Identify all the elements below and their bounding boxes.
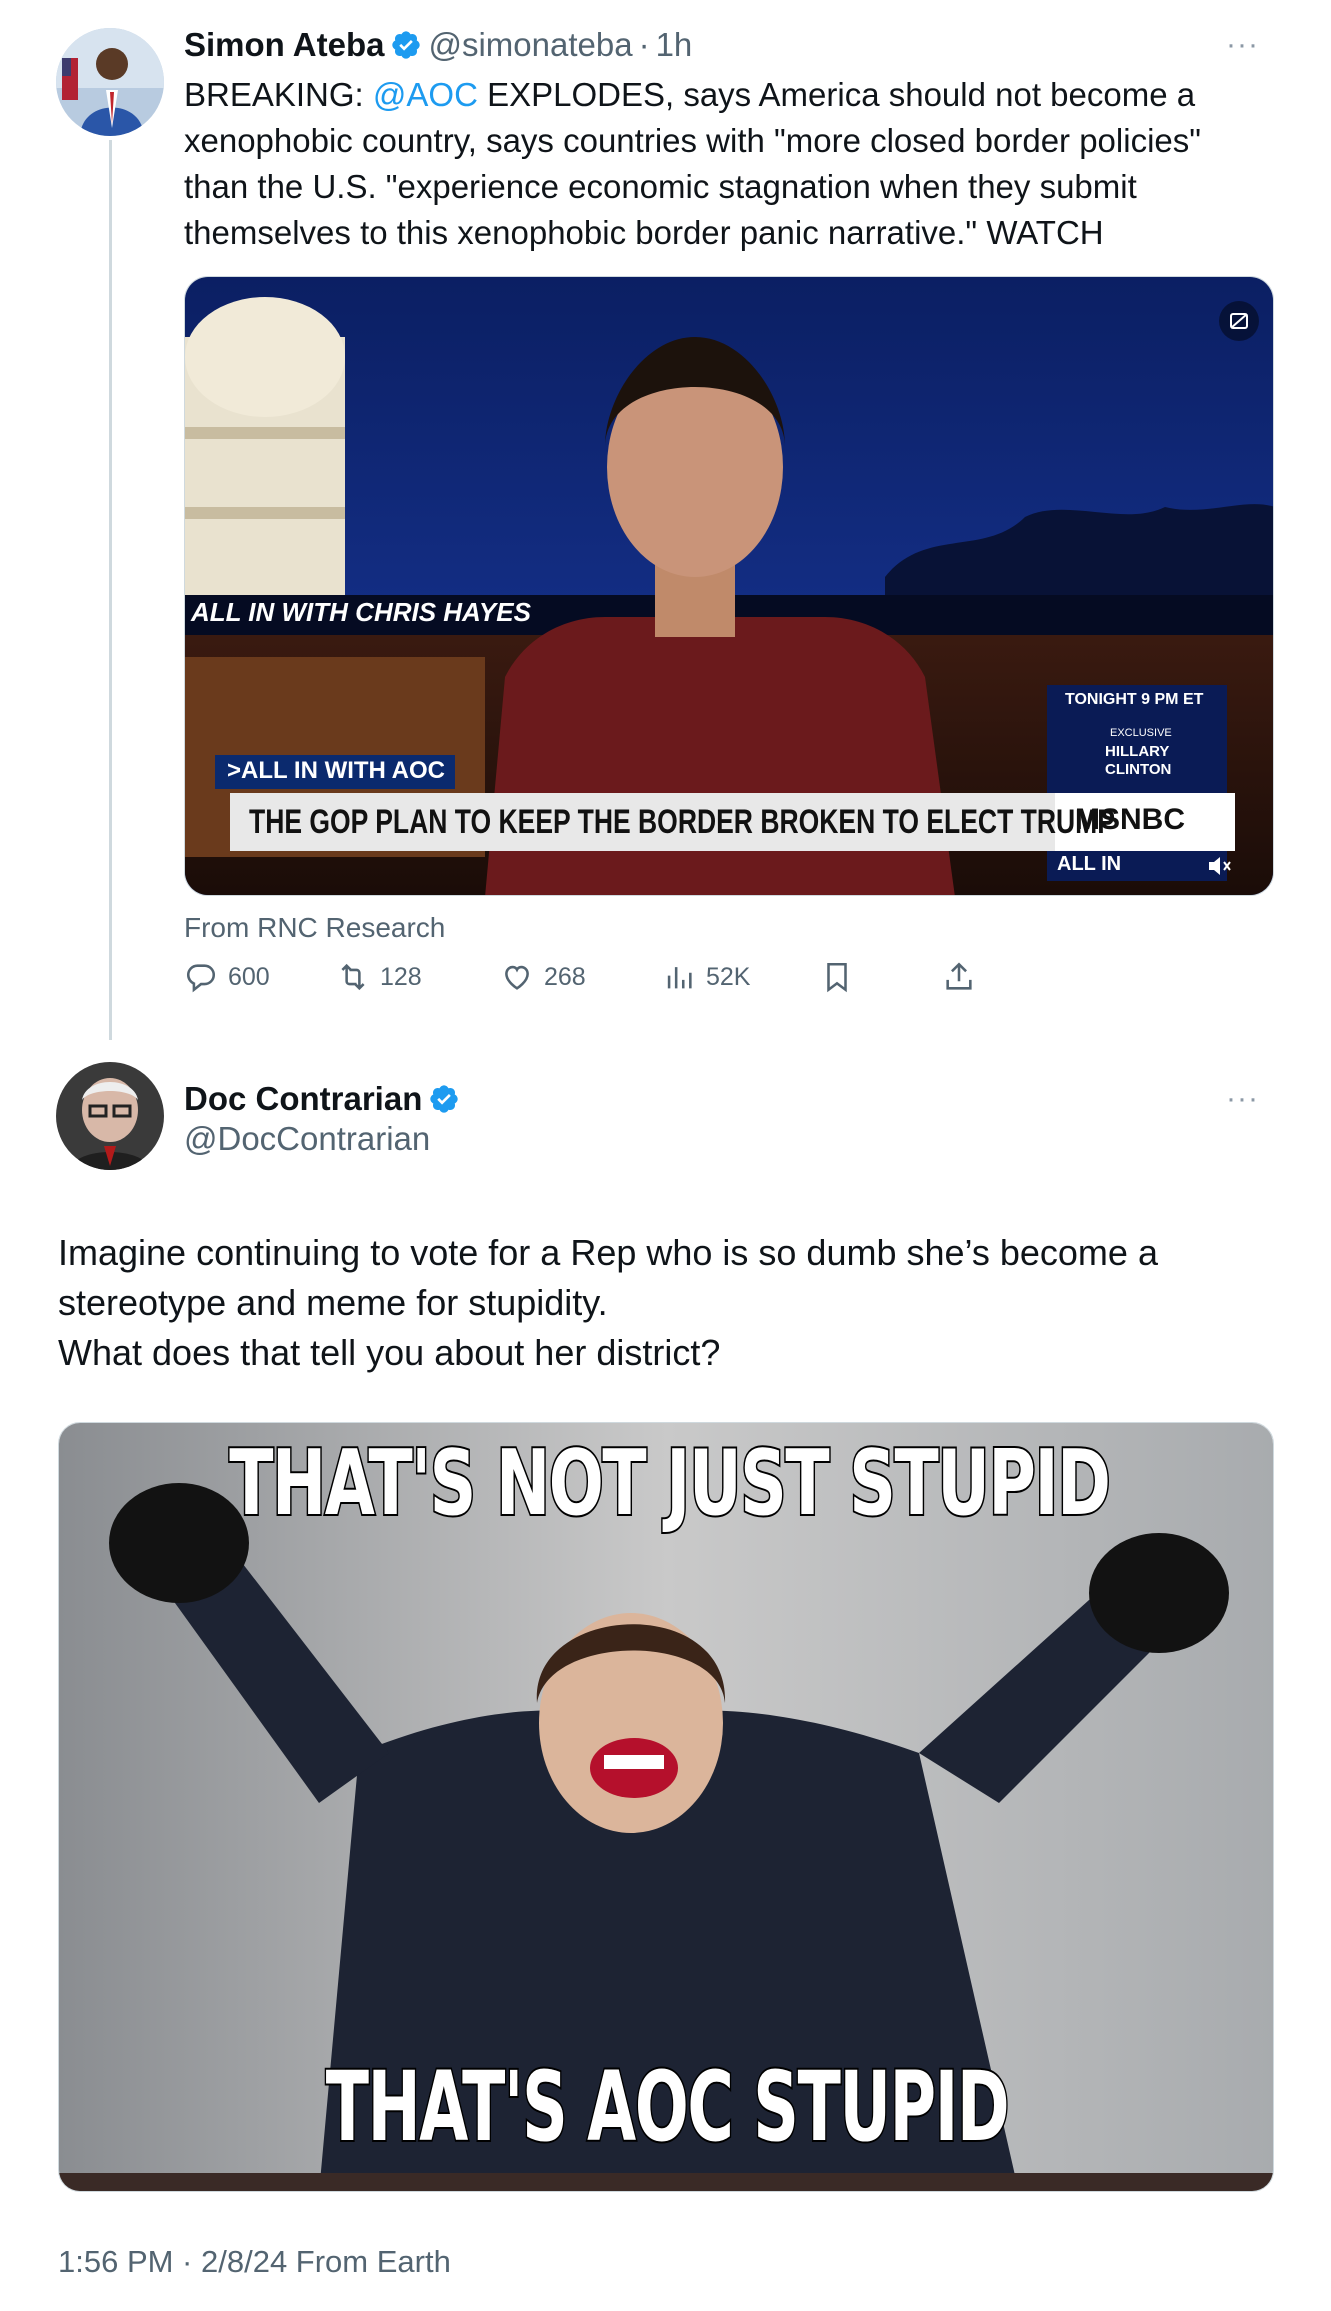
tweet-text-line2: What does that tell you about her distri… (58, 1332, 721, 1373)
meme-top-caption: THAT'S NOT JUST STUPID (228, 1429, 1113, 1538)
author-name[interactable]: Simon Ateba (184, 26, 384, 64)
thread-connector-line (109, 140, 112, 1040)
tweet1-text: BREAKING: @AOC EXPLODES, says America sh… (184, 72, 1244, 256)
promo-time: TONIGHT 9 PM ET (1065, 691, 1204, 708)
video-ticker: ALL IN WITH CHRIS HAYES (191, 597, 531, 627)
heart-icon (505, 965, 529, 990)
video-chyron-main: THE GOP PLAN TO KEEP THE BORDER BROKEN T… (249, 803, 1115, 841)
bookmark-button[interactable] (820, 960, 854, 994)
embedded-video[interactable]: ALL IN WITH CHRIS HAYES >ALL IN WITH AOC… (184, 276, 1274, 896)
reply-icon (186, 964, 216, 993)
share-icon (946, 962, 972, 990)
tweet1-action-bar: 600 128 268 52K (184, 960, 1024, 1008)
share-button[interactable] (942, 960, 976, 994)
view-count: 52K (706, 962, 751, 991)
retweet-button[interactable]: 128 (336, 960, 422, 994)
avatar-simon-ateba[interactable] (56, 28, 164, 136)
author-handle[interactable]: @DocContrarian (184, 1120, 430, 1158)
content-disclosure-icon[interactable] (1219, 301, 1259, 341)
more-options-icon[interactable]: ··· (1226, 28, 1259, 62)
tweet2-header: Doc Contrarian (184, 1080, 460, 1118)
analytics-icon (667, 967, 692, 989)
verified-badge-icon (430, 1085, 459, 1113)
promo-exclusive: EXCLUSIVE (1110, 727, 1172, 739)
network-logo: MSNBC (1075, 803, 1185, 836)
bookmark-icon (827, 962, 847, 993)
author-handle[interactable]: @simonateba (428, 26, 632, 64)
reply-count: 600 (228, 962, 270, 991)
tweet-text-line1: Imagine continuing to vote for a Rep who… (58, 1232, 1158, 1323)
tweet-text-prefix: BREAKING: (184, 76, 373, 113)
meme-image[interactable]: THAT'S NOT JUST STUPID THAT'S AOC STUPID (58, 1422, 1274, 2192)
show-logo: ALL IN (1057, 853, 1122, 875)
post-time[interactable]: 1h (656, 26, 693, 64)
reply-button[interactable]: 600 (184, 960, 270, 994)
mute-icon[interactable] (1207, 855, 1233, 877)
tweet1-header: Simon Ateba @simonateba · 1h (184, 26, 692, 64)
video-chyron-top: >ALL IN WITH AOC (227, 757, 445, 784)
like-button[interactable]: 268 (500, 960, 586, 994)
video-source[interactable]: From RNC Research (184, 912, 445, 944)
tweet2-text: Imagine continuing to vote for a Rep who… (58, 1228, 1278, 1378)
views-button[interactable]: 52K (662, 960, 750, 994)
more-options-icon[interactable]: ··· (1226, 1082, 1259, 1116)
retweet-count: 128 (380, 962, 422, 991)
like-count: 268 (544, 962, 586, 991)
meme-bottom-caption: THAT'S AOC STUPID (324, 2049, 1011, 2165)
retweet-icon (341, 963, 365, 991)
promo-name: HILLARY CLINTON (1105, 743, 1172, 778)
author-name[interactable]: Doc Contrarian (184, 1080, 422, 1118)
verified-badge-icon (392, 31, 421, 59)
post-timestamp[interactable]: 1:56 PM · 2/8/24 From Earth (58, 2244, 451, 2280)
avatar-doc-contrarian[interactable] (56, 1062, 164, 1170)
separator-dot: · (638, 26, 650, 63)
mention-link[interactable]: @AOC (373, 76, 478, 113)
